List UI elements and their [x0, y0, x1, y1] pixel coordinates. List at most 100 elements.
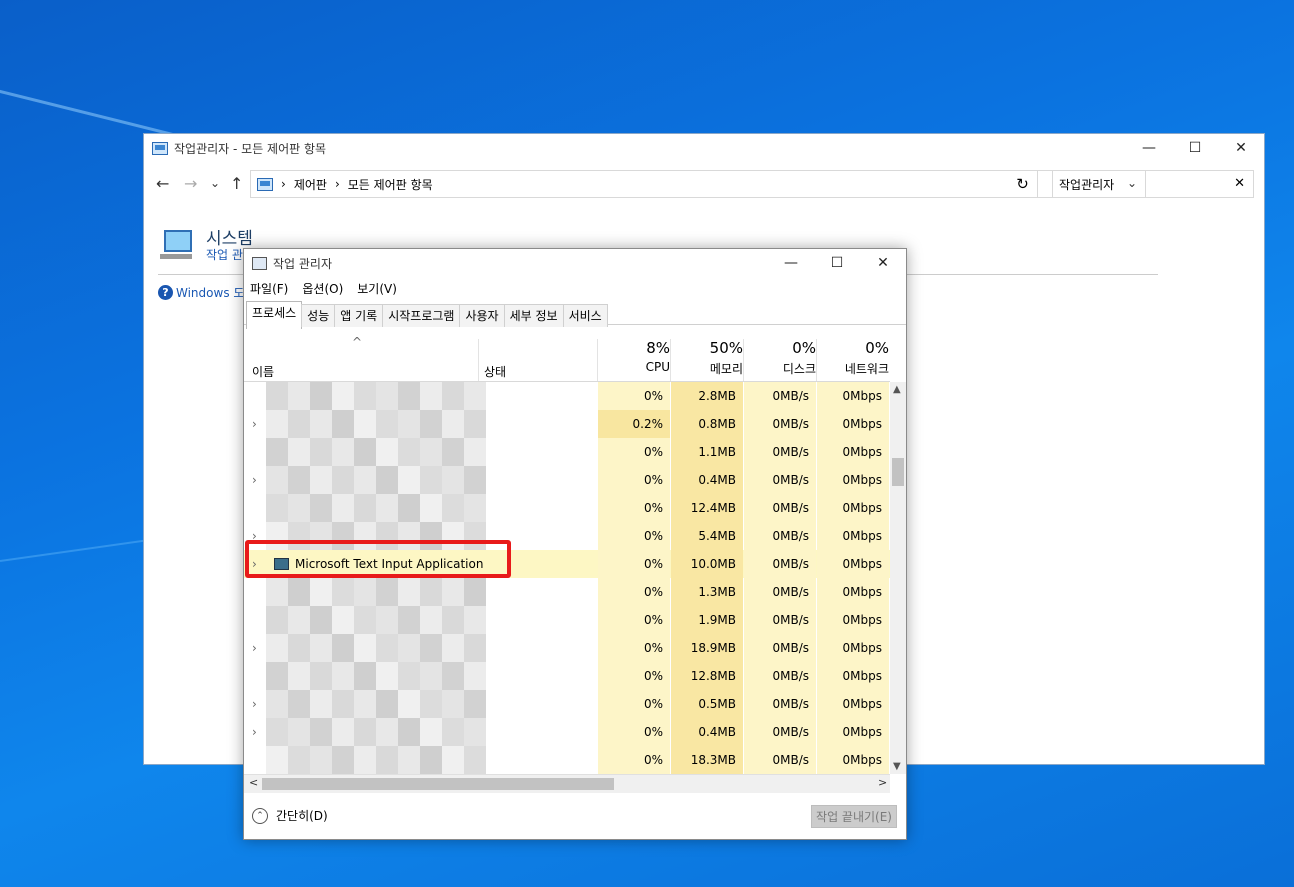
up-arrow-icon[interactable]: ↑	[230, 174, 243, 193]
end-task-button[interactable]: 작업 끝내기(E)	[811, 805, 897, 828]
redacted-name-block	[288, 606, 310, 634]
tab-strip: 프로세스 성능 앱 기록 시작프로그램 사용자 세부 정보 서비스	[244, 301, 906, 329]
redacted-name-block	[464, 438, 486, 466]
redacted-name-block	[288, 494, 310, 522]
net-cell: 0Mbps	[817, 438, 889, 466]
refresh-button[interactable]: ↻	[1008, 170, 1038, 198]
redacted-name-block	[442, 494, 464, 522]
task-manager-window: 작업 관리자 — ☐ ✕ 파일(F) 옵션(O) 보기(V) 프로세스 성능 앱…	[243, 248, 907, 840]
column-disk[interactable]: 0% 디스크	[744, 339, 822, 377]
redacted-name-block	[398, 410, 420, 438]
process-row[interactable]: 0% 1.9MB 0MB/s 0Mbps	[244, 606, 890, 634]
column-status[interactable]: 상태	[484, 363, 506, 380]
column-network[interactable]: 0% 네트워크	[817, 339, 895, 377]
redacted-name-block	[310, 746, 332, 774]
process-row[interactable]: › 0% 18.9MB 0MB/s 0Mbps	[244, 634, 890, 662]
process-row[interactable]: › 0% 0.5MB 0MB/s 0Mbps	[244, 690, 890, 718]
scroll-right-icon[interactable]: >	[878, 776, 887, 789]
redacted-name-block	[376, 578, 398, 606]
process-row[interactable]: › 0.2% 0.8MB 0MB/s 0Mbps	[244, 410, 890, 438]
redacted-name-block	[398, 690, 420, 718]
tab-users[interactable]: 사용자	[459, 304, 505, 327]
redacted-name-block	[310, 466, 332, 494]
breadcrumb-separator: ›	[281, 177, 286, 191]
expand-chevron-icon[interactable]: ›	[252, 410, 257, 438]
column-cpu[interactable]: 8% CPU	[598, 339, 676, 374]
process-row[interactable]: 0% 2.8MB 0MB/s 0Mbps	[244, 382, 890, 410]
maximize-button[interactable]: ☐	[814, 249, 860, 277]
control-panel-icon	[257, 177, 273, 191]
window-controls: — ☐ ✕	[768, 249, 906, 277]
redacted-name-block	[288, 634, 310, 662]
redacted-name-block	[398, 606, 420, 634]
menu-file[interactable]: 파일(F)	[250, 280, 288, 297]
forward-arrow-icon[interactable]: →	[184, 174, 197, 193]
mem-cell: 1.1MB	[671, 438, 743, 466]
tab-details[interactable]: 세부 정보	[503, 304, 564, 327]
redacted-name-block	[420, 466, 442, 494]
redacted-name-block	[376, 662, 398, 690]
clear-search-icon[interactable]: ✕	[1234, 176, 1245, 191]
tab-services[interactable]: 서비스	[562, 304, 608, 327]
navigation-bar: ← → ⌄ ↑ › 제어판 › 모든 제어판 항목 ⌄ ↻ 작업관리자 ✕	[144, 170, 1264, 200]
tab-processes[interactable]: 프로세스	[246, 301, 303, 329]
minimize-button[interactable]: —	[768, 249, 814, 277]
scroll-down-icon[interactable]: ▼	[893, 761, 901, 772]
cpu-cell: 0%	[598, 718, 670, 746]
redacted-name-block	[442, 438, 464, 466]
process-row[interactable]: 0% 18.3MB 0MB/s 0Mbps	[244, 746, 890, 774]
redacted-name-block	[266, 718, 288, 746]
minimize-button[interactable]: —	[1126, 134, 1172, 162]
breadcrumb-control-panel[interactable]: 제어판	[294, 176, 327, 193]
process-row[interactable]: 0% 1.3MB 0MB/s 0Mbps	[244, 578, 890, 606]
expand-chevron-icon[interactable]: ›	[252, 718, 257, 746]
network-label: 네트워크	[844, 362, 889, 376]
mem-cell: 1.9MB	[671, 606, 743, 634]
process-row[interactable]: 0% 12.4MB 0MB/s 0Mbps	[244, 494, 890, 522]
scroll-thumb[interactable]	[892, 458, 904, 486]
close-button[interactable]: ✕	[1218, 134, 1264, 162]
redacted-name-block	[464, 606, 486, 634]
scroll-left-icon[interactable]: <	[249, 776, 258, 789]
breadcrumb-all-items[interactable]: 모든 제어판 항목	[348, 176, 433, 193]
expand-chevron-icon[interactable]: ›	[252, 690, 257, 718]
process-row[interactable]: › 0% 0.4MB 0MB/s 0Mbps	[244, 718, 890, 746]
horizontal-scrollbar[interactable]: < >	[244, 774, 890, 793]
redacted-name-block	[354, 662, 376, 690]
windows-help-link[interactable]: ? Windows 도	[158, 284, 244, 301]
redacted-name-block	[354, 690, 376, 718]
tab-performance[interactable]: 성능	[301, 304, 336, 327]
redacted-name-block	[398, 718, 420, 746]
close-button[interactable]: ✕	[860, 249, 906, 277]
redacted-name-block	[354, 466, 376, 494]
disk-label: 디스크	[782, 362, 816, 376]
recent-locations-icon[interactable]: ⌄	[210, 176, 220, 190]
expand-chevron-icon[interactable]: ›	[252, 634, 257, 662]
vertical-scrollbar[interactable]: ▲ ▼	[890, 382, 906, 774]
menu-options[interactable]: 옵션(O)	[302, 280, 343, 297]
redacted-name-block	[376, 466, 398, 494]
fewer-details-button[interactable]: ⌃ 간단히(D)	[252, 807, 328, 824]
menu-view[interactable]: 보기(V)	[357, 280, 397, 297]
scroll-up-icon[interactable]: ▲	[893, 384, 901, 395]
redacted-name-block	[420, 494, 442, 522]
tab-startup[interactable]: 시작프로그램	[382, 304, 461, 327]
mem-cell: 5.4MB	[671, 522, 743, 550]
redacted-name-block	[464, 746, 486, 774]
maximize-button[interactable]: ☐	[1172, 134, 1218, 162]
redacted-name-block	[310, 578, 332, 606]
redacted-name-block	[310, 382, 332, 410]
expand-chevron-icon[interactable]: ›	[252, 466, 257, 494]
column-name[interactable]: 이름	[252, 363, 274, 380]
redacted-name-block	[310, 494, 332, 522]
tab-app-history[interactable]: 앱 기록	[334, 304, 384, 327]
search-input[interactable]: 작업관리자 ✕	[1052, 170, 1254, 198]
process-row[interactable]: 0% 12.8MB 0MB/s 0Mbps	[244, 662, 890, 690]
net-cell: 0Mbps	[817, 466, 889, 494]
process-row[interactable]: 0% 1.1MB 0MB/s 0Mbps	[244, 438, 890, 466]
scroll-thumb[interactable]	[262, 778, 614, 790]
process-row[interactable]: › 0% 0.4MB 0MB/s 0Mbps	[244, 466, 890, 494]
back-arrow-icon[interactable]: ←	[156, 174, 169, 193]
column-memory[interactable]: 50% 메모리	[671, 339, 749, 377]
disk-cell: 0MB/s	[744, 410, 816, 438]
